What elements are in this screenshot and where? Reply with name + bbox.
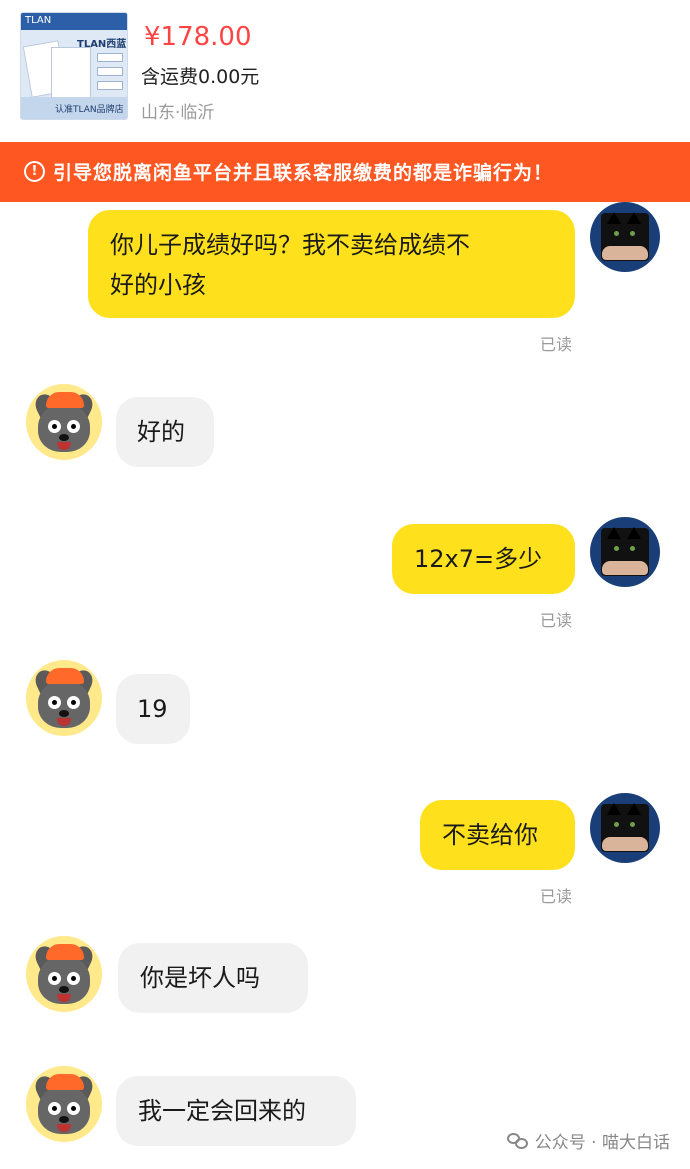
cat-eye (614, 231, 619, 236)
cat-hand (602, 246, 648, 260)
cat-ear (627, 212, 641, 224)
wolf-eye (48, 420, 61, 433)
outgoing-message-bubble[interactable]: 你儿子成绩好吗？我不卖给成绩不 好的小孩 (88, 210, 575, 318)
read-receipt: 已读 (540, 611, 573, 630)
black-cat-avatar[interactable] (590, 793, 660, 863)
wolf-eye (67, 972, 80, 985)
grey-wolf-avatar[interactable] (26, 936, 102, 1012)
incoming-message-bubble[interactable]: 你是坏人吗 (118, 943, 308, 1013)
grey-wolf-avatar[interactable] (26, 384, 102, 460)
incoming-message-bubble[interactable]: 19 (116, 674, 190, 744)
cat-hand (602, 837, 648, 851)
message-text-line: 你儿子成绩好吗？我不卖给成绩不 (110, 231, 470, 259)
exclamation-circle-icon: ! (24, 161, 45, 182)
cat-eye (614, 546, 619, 551)
chat-page: TLAN TLAN西蓝 认准TLAN品牌店 ¥178.00 含运费0.00元 山… (0, 0, 690, 1169)
thumbnail-chip (97, 53, 123, 62)
wolf-eye (67, 696, 80, 709)
wolf-nose (59, 434, 69, 441)
message-text: 12x7=多少 (414, 545, 543, 573)
watermark: 公众号 · 喵大白话 (506, 1128, 670, 1153)
wolf-eye (67, 1102, 80, 1115)
cat-hand (602, 561, 648, 575)
wolf-hat (46, 944, 84, 960)
cat-ear (607, 527, 621, 539)
cat-eye (630, 546, 635, 551)
cat-ear (627, 803, 641, 815)
cat-eye (614, 822, 619, 827)
wolf-eye (67, 420, 80, 433)
read-receipt: 已读 (540, 335, 573, 354)
message-text: 你是坏人吗 (140, 964, 260, 992)
wolf-hat (46, 392, 84, 408)
wolf-hat (46, 1074, 84, 1090)
read-receipt: 已读 (540, 887, 573, 906)
wechat-icon (506, 1133, 529, 1150)
wolf-hat (46, 668, 84, 684)
cat-eye (630, 822, 635, 827)
outgoing-message-bubble[interactable]: 不卖给你 (420, 800, 575, 870)
cat-ear (607, 803, 621, 815)
message-text: 我一定会回来的 (138, 1097, 306, 1125)
product-thumbnail[interactable]: TLAN TLAN西蓝 认准TLAN品牌店 (20, 12, 128, 120)
warning-text: 引导您脱离闲鱼平台并且联系客服缴费的都是诈骗行为！ (53, 162, 554, 184)
fraud-warning-banner: ! 引导您脱离闲鱼平台并且联系客服缴费的都是诈骗行为！ (0, 142, 690, 202)
wolf-nose (59, 1116, 69, 1123)
wolf-eye (48, 1102, 61, 1115)
wolf-eye (48, 696, 61, 709)
grey-wolf-avatar[interactable] (26, 1066, 102, 1142)
incoming-message-bubble[interactable]: 好的 (116, 397, 214, 467)
grey-wolf-avatar[interactable] (26, 660, 102, 736)
black-cat-avatar[interactable] (590, 517, 660, 587)
product-location: 山东·临沂 (141, 103, 215, 123)
black-cat-avatar[interactable] (590, 202, 660, 272)
product-shipping: 含运费0.00元 (141, 66, 260, 88)
wolf-nose (59, 986, 69, 993)
thumbnail-store-label: 认准TLAN品牌店 (55, 105, 124, 115)
thumbnail-chip (97, 81, 123, 90)
outgoing-message-bubble[interactable]: 12x7=多少 (392, 524, 575, 594)
wolf-eye (48, 972, 61, 985)
message-text: 19 (137, 695, 168, 723)
cat-ear (627, 527, 641, 539)
message-text: 好的 (137, 418, 185, 446)
message-text: 不卖给你 (442, 821, 538, 849)
cat-ear (607, 212, 621, 224)
wolf-nose (59, 710, 69, 717)
watermark-text: 公众号 · 喵大白话 (534, 1133, 670, 1153)
incoming-message-bubble[interactable]: 我一定会回来的 (116, 1076, 356, 1146)
message-text-line: 好的小孩 (110, 271, 206, 299)
product-price: ¥178.00 (144, 22, 252, 52)
product-header[interactable]: TLAN TLAN西蓝 认准TLAN品牌店 ¥178.00 含运费0.00元 山… (0, 0, 690, 142)
thumbnail-chip (97, 67, 123, 76)
cat-eye (630, 231, 635, 236)
thumbnail-brand-left: TLAN (25, 15, 52, 26)
